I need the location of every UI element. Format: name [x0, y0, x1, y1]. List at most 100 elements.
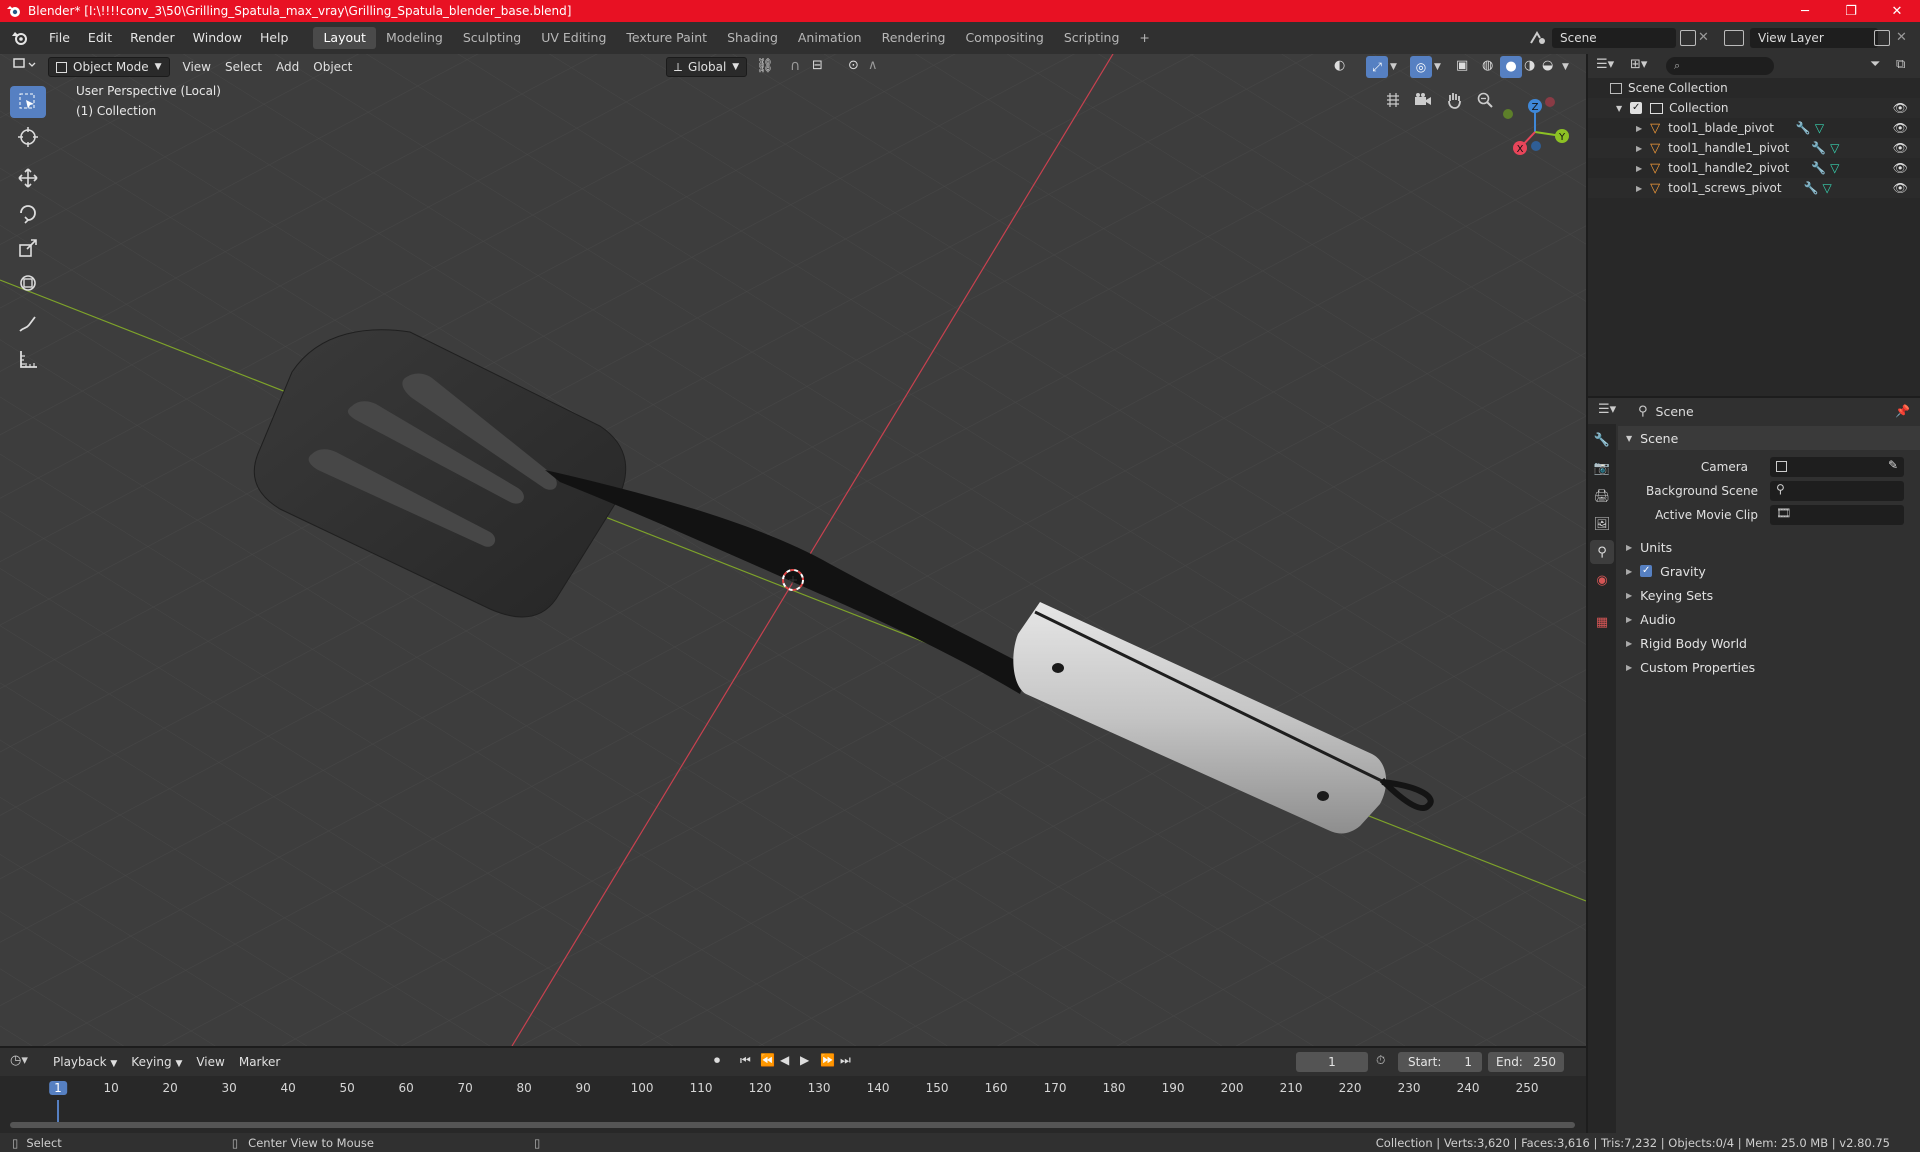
tab-layout[interactable]: Layout — [313, 27, 376, 49]
minimize-button[interactable]: ─ — [1782, 0, 1828, 22]
menu-add[interactable]: Add — [269, 57, 306, 77]
output-properties-tab[interactable]: 🖨 — [1590, 484, 1614, 508]
outliner-object-row[interactable]: ▶ ▽ tool1_handle2_pivot 🔧 ▽ 👁 — [1588, 158, 1920, 178]
eye-icon[interactable]: 👁 — [1893, 141, 1908, 155]
editor-type-icon[interactable] — [6, 57, 44, 77]
tab-scripting[interactable]: Scripting — [1054, 27, 1130, 49]
menu-view[interactable]: View — [176, 57, 218, 77]
menu-object[interactable]: Object — [306, 57, 359, 77]
new-collection-icon[interactable]: ⧉ — [1896, 57, 1914, 75]
timeline-view-menu[interactable]: View — [189, 1052, 231, 1072]
exclude-checkbox[interactable]: ✓ — [1630, 102, 1643, 114]
jump-end-button[interactable]: ⏭ — [840, 1053, 858, 1071]
eye-icon[interactable]: 👁 — [1893, 121, 1908, 135]
move-tool[interactable] — [10, 162, 46, 194]
rigid-body-world-panel-header[interactable]: ▶ Rigid Body World — [1618, 631, 1920, 655]
camera-field[interactable]: ✎ — [1770, 457, 1904, 477]
texture-properties-tab[interactable]: ▦ — [1590, 610, 1614, 634]
snap-target-icon[interactable]: ⊟ — [812, 58, 842, 76]
jump-keyframe-back-button[interactable]: ⏪ — [760, 1053, 778, 1071]
menu-file[interactable]: File — [40, 27, 79, 49]
maximize-button[interactable]: ❐ — [1828, 0, 1874, 22]
gizmo-dropdown-icon[interactable]: ▼ — [1390, 58, 1404, 76]
xray-toggle-icon[interactable]: ▣ — [1456, 58, 1474, 76]
display-mode-icon[interactable]: ⊞▾ — [1630, 57, 1658, 75]
rotate-tool[interactable] — [10, 197, 46, 229]
select-box-tool[interactable] — [10, 86, 46, 118]
3d-viewport[interactable] — [0, 54, 1586, 1046]
disclosure-open-icon[interactable]: ▼ — [1616, 104, 1622, 113]
tab-compositing[interactable]: Compositing — [955, 27, 1053, 49]
outliner-collection[interactable]: ▼ ✓ Collection 👁 — [1588, 98, 1920, 118]
snap-icon[interactable]: ∩ — [790, 58, 808, 76]
playback-menu[interactable]: Playback ▼ — [46, 1052, 124, 1072]
jump-start-button[interactable]: ⏮ — [740, 1053, 758, 1071]
pin-icon[interactable]: 📌 — [1895, 404, 1910, 418]
properties-editor-type-icon[interactable]: ☰▾ — [1598, 402, 1626, 420]
marker-menu[interactable]: Marker — [232, 1052, 287, 1072]
play-button[interactable]: ▶ — [800, 1053, 818, 1071]
current-frame-field[interactable]: 1 — [1296, 1052, 1368, 1072]
scene-panel-header[interactable]: ▼ Scene — [1618, 426, 1920, 450]
pan-hand-icon[interactable] — [1441, 87, 1467, 113]
scene-name-field[interactable]: Scene — [1552, 28, 1676, 48]
new-scene-icon[interactable] — [1680, 30, 1696, 46]
outliner-search-input[interactable]: ⌕ — [1666, 57, 1774, 75]
annotate-tool[interactable] — [10, 308, 46, 340]
tab-uv-editing[interactable]: UV Editing — [531, 27, 616, 49]
world-properties-tab[interactable]: ◉ — [1590, 568, 1614, 592]
scene-selector-icon[interactable] — [1528, 29, 1550, 47]
menu-select[interactable]: Select — [218, 57, 269, 77]
units-panel-header[interactable]: ▶ Units — [1618, 535, 1920, 559]
measure-tool[interactable] — [10, 343, 46, 375]
outliner-object-row[interactable]: ▶ ▽ tool1_blade_pivot 🔧 ▽ 👁 — [1588, 118, 1920, 138]
close-button[interactable]: ✕ — [1874, 0, 1920, 22]
remove-view-layer-icon[interactable]: ✕ — [1896, 28, 1912, 48]
keying-sets-panel-header[interactable]: ▶ Keying Sets — [1618, 583, 1920, 607]
outliner-editor-type-icon[interactable]: ☰▾ — [1596, 57, 1624, 75]
tab-texture-paint[interactable]: Texture Paint — [616, 27, 717, 49]
active-movie-clip-field[interactable]: 🎞 — [1770, 505, 1904, 525]
object-mode-dropdown[interactable]: Object Mode ▼ — [48, 57, 170, 77]
outliner-scene-collection[interactable]: Scene Collection — [1588, 78, 1920, 98]
disclosure-closed-icon[interactable]: ▶ — [1636, 144, 1642, 153]
blender-menu-icon[interactable] — [0, 27, 40, 49]
menu-window[interactable]: Window — [184, 27, 251, 49]
rendered-shading-icon[interactable]: ◒ — [1542, 58, 1560, 76]
menu-help[interactable]: Help — [251, 27, 298, 49]
pivot-point-icon[interactable]: ⛓ — [756, 58, 786, 76]
audio-panel-header[interactable]: ▶ Audio — [1618, 607, 1920, 631]
overlay-dropdown-icon[interactable]: ▼ — [1434, 58, 1448, 76]
tab-sculpting[interactable]: Sculpting — [453, 27, 531, 49]
preview-range-icon[interactable]: ⏱ — [1376, 1053, 1394, 1071]
gravity-panel-header[interactable]: ▶ ✓ Gravity — [1618, 559, 1920, 583]
toggle-ortho-icon[interactable] — [1380, 87, 1406, 113]
falloff-icon[interactable]: ∧ — [868, 58, 898, 76]
eye-icon[interactable]: 👁 — [1893, 101, 1908, 115]
add-workspace-button[interactable]: + — [1129, 27, 1159, 49]
play-reverse-button[interactable]: ◀ — [780, 1053, 798, 1071]
outliner-object-row[interactable]: ▶ ▽ tool1_screws_pivot 🔧 ▽ 👁 — [1588, 178, 1920, 198]
camera-view-icon[interactable] — [1410, 87, 1436, 113]
visibility-icon[interactable]: ◐ — [1334, 58, 1358, 76]
wireframe-shading-icon[interactable]: ◍ — [1482, 58, 1500, 76]
tool-properties-tab[interactable]: 🔧 — [1590, 428, 1614, 452]
proportional-edit-icon[interactable]: ⊙ — [848, 58, 866, 76]
start-frame-field[interactable]: Start: 1 — [1398, 1052, 1482, 1072]
menu-edit[interactable]: Edit — [79, 27, 121, 49]
jump-keyframe-forward-button[interactable]: ⏩ — [820, 1053, 838, 1071]
menu-render[interactable]: Render — [121, 27, 184, 49]
scale-tool[interactable] — [10, 232, 46, 264]
outliner-object-row[interactable]: ▶ ▽ tool1_handle1_pivot 🔧 ▽ 👁 — [1588, 138, 1920, 158]
eye-icon[interactable]: 👁 — [1893, 161, 1908, 175]
disclosure-closed-icon[interactable]: ▶ — [1636, 124, 1642, 133]
transform-tool[interactable] — [10, 267, 46, 299]
render-properties-tab[interactable]: 📷 — [1590, 456, 1614, 480]
eyedropper-icon[interactable]: ✎ — [1888, 458, 1898, 472]
view-layer-icon[interactable] — [1724, 30, 1744, 46]
tab-shading[interactable]: Shading — [717, 27, 788, 49]
overlay-toggle-icon[interactable]: ◎ — [1410, 56, 1432, 78]
filter-icon[interactable]: ⏷ — [1870, 57, 1896, 75]
view-layer-properties-tab[interactable]: 🖼 — [1590, 512, 1614, 536]
solid-shading-icon[interactable]: ● — [1500, 56, 1522, 78]
